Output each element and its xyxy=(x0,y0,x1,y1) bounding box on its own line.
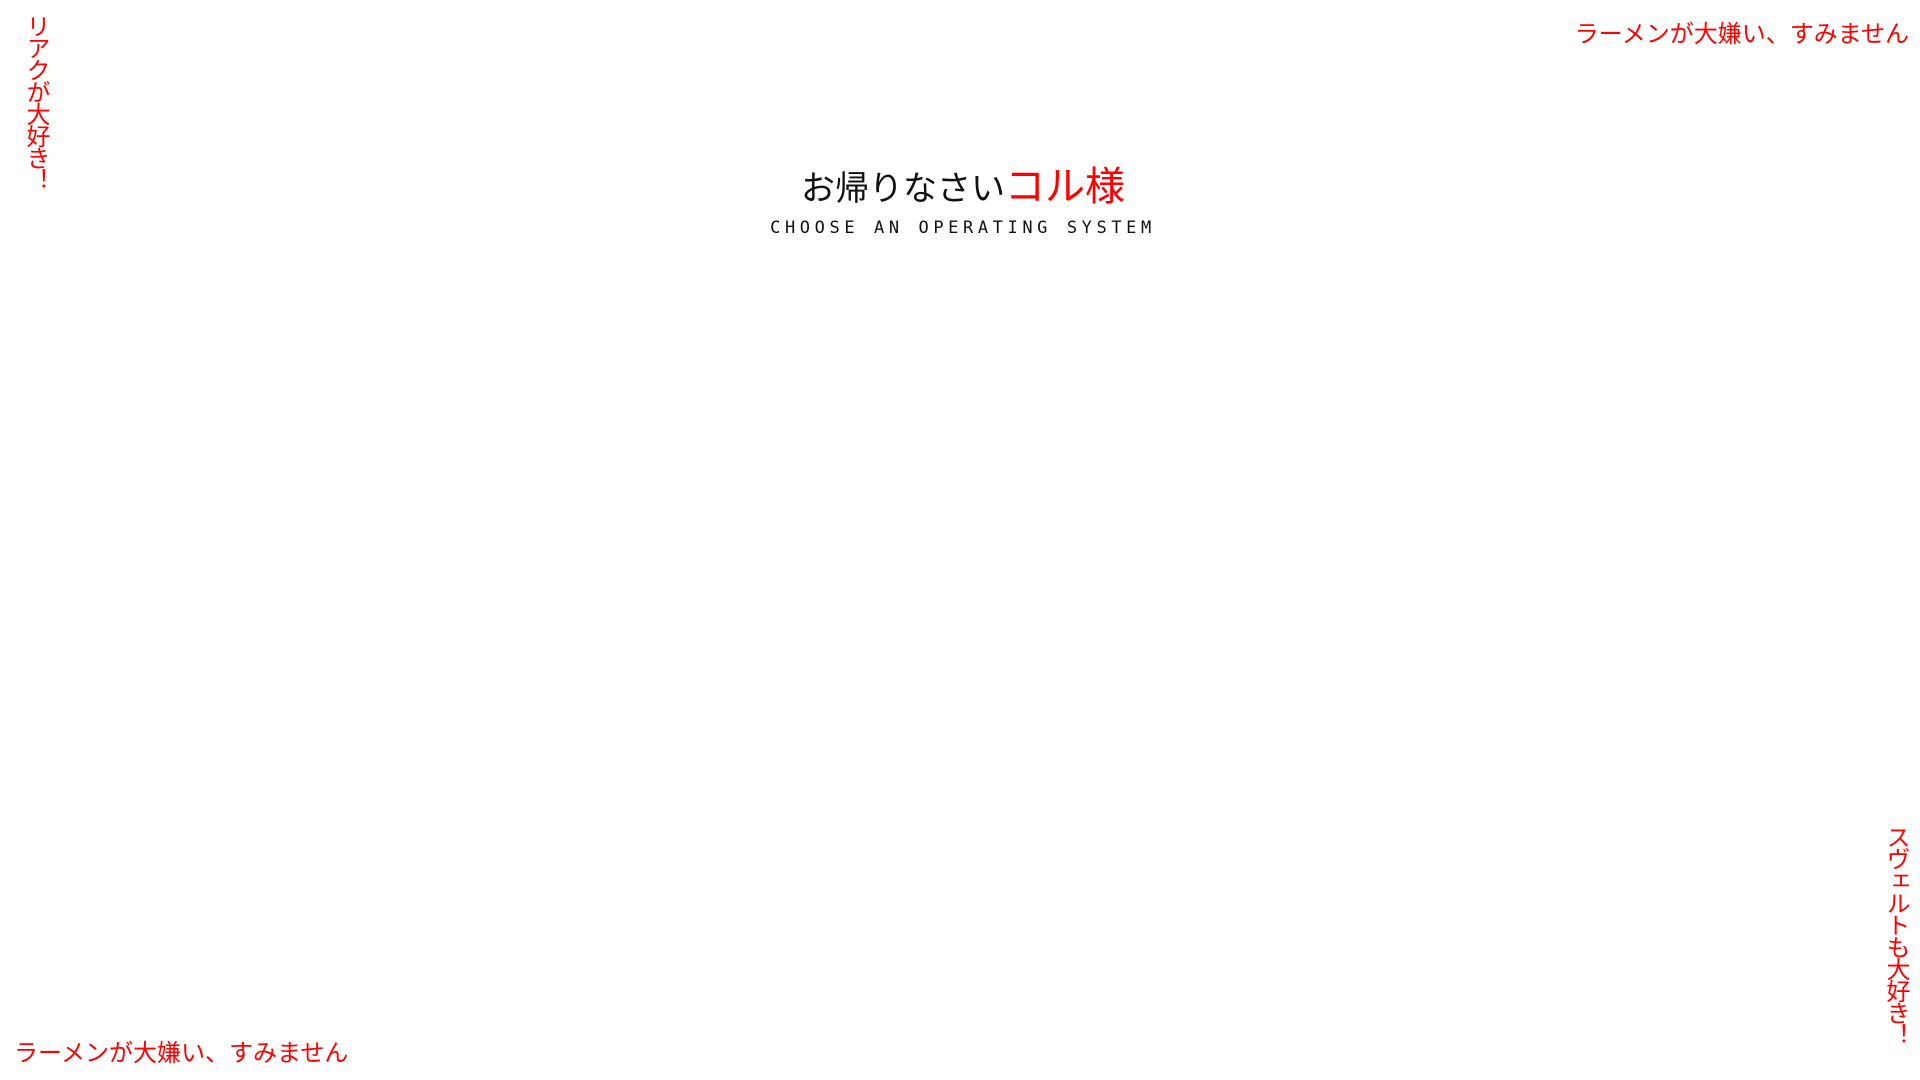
os-selection-prompt: CHOOSE AN OPERATING SYSTEM xyxy=(770,218,1156,238)
greeting-heading: お帰りなさいコル様 xyxy=(0,162,1920,214)
corner-label-top-right: ラーメンが大嫌い、すみません xyxy=(1574,20,1909,48)
corner-label-bottom-right: スヴェルトも大好き！ xyxy=(1882,825,1910,1045)
corner-label-bottom-left: ラーメンが大嫌い、すみません xyxy=(14,1039,349,1067)
greeting-text: お帰りなさい xyxy=(801,169,1005,209)
user-name: コル様 xyxy=(1005,164,1125,210)
welcome-panel: お帰りなさいコル様 CHOOSE AN OPERATING SYSTEM xyxy=(0,162,1920,238)
